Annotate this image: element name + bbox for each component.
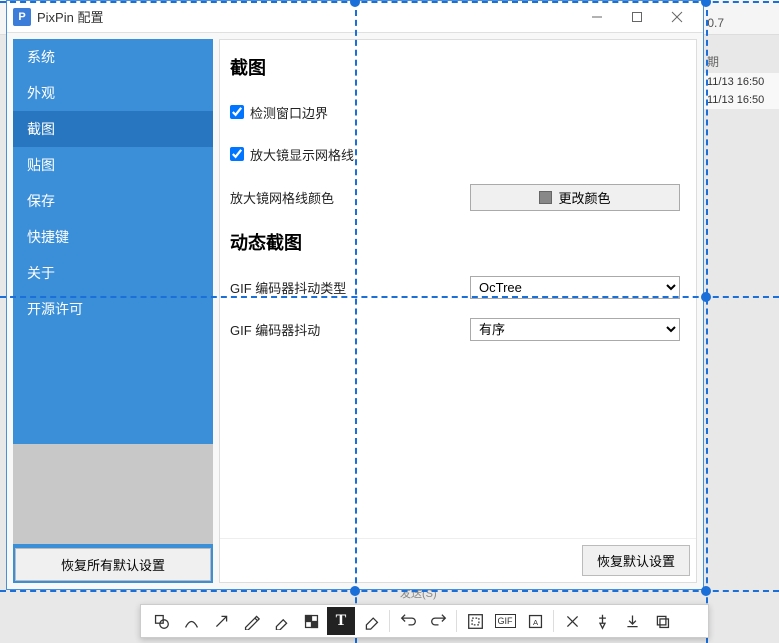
sidebar-spacer [13, 444, 213, 544]
row-grid-color: 放大镜网格线颜色 更改颜色 [230, 184, 686, 211]
pin-icon[interactable] [588, 607, 616, 635]
mosaic-icon[interactable] [297, 607, 325, 635]
svg-text:A: A [532, 617, 538, 626]
copy-icon[interactable] [648, 607, 676, 635]
undo-icon[interactable] [394, 607, 422, 635]
row-magnifier-grid: 放大镜显示网格线 [230, 142, 686, 166]
sidebar-item-system[interactable]: 系统 [13, 39, 213, 75]
eraser-icon[interactable] [357, 607, 385, 635]
sidebar-item-pin[interactable]: 贴图 [13, 147, 213, 183]
app-icon: P [13, 8, 31, 26]
toolbar-separator [389, 610, 390, 632]
toolbar-separator [553, 610, 554, 632]
date-row: 11/13 16:50 [704, 91, 779, 109]
ocr-icon[interactable]: A [521, 607, 549, 635]
arrow-icon[interactable] [207, 607, 235, 635]
color-swatch-icon [539, 191, 552, 204]
restore-all-defaults-button[interactable]: 恢复所有默认设置 [15, 548, 211, 581]
content-pane: 截图 检测窗口边界 放大镜显示网格线 放大镜网格线颜色 更改颜色 [219, 39, 697, 583]
sidebar-item-appearance[interactable]: 外观 [13, 75, 213, 111]
shape-icon[interactable] [147, 607, 175, 635]
select-gif-dither[interactable]: 有序 [470, 318, 680, 341]
sidebar: 系统 外观 截图 贴图 保存 快捷键 关于 开源许可 恢复所有默认设置 [13, 39, 213, 583]
row-gif-dither: GIF 编码器抖动 有序 [230, 317, 686, 341]
label-magnifier-grid: 放大镜显示网格线 [250, 145, 354, 164]
sidebar-item-screenshot[interactable]: 截图 [13, 111, 213, 147]
annotation-toolbar: T GIF A [140, 604, 709, 638]
bg-version: 0.7 [707, 16, 724, 30]
download-icon[interactable] [618, 607, 646, 635]
close-icon[interactable] [558, 607, 586, 635]
label-detect-window: 检测窗口边界 [250, 103, 328, 122]
change-color-label: 更改颜色 [558, 188, 610, 207]
background-date-column: 期 11/13 16:50 11/13 16:50 [704, 50, 779, 109]
guide-bottom [0, 590, 779, 592]
label-gif-dither: GIF 编码器抖动 [230, 320, 470, 339]
section-screenshot-title: 截图 [230, 54, 686, 80]
window-title: PixPin 配置 [37, 7, 577, 26]
sidebar-item-hotkey[interactable]: 快捷键 [13, 219, 213, 255]
toolbar-separator [456, 610, 457, 632]
section-dynamic-title: 动态截图 [230, 229, 686, 255]
restore-defaults-button[interactable]: 恢复默认设置 [582, 545, 690, 576]
checkbox-detect-window[interactable] [230, 105, 244, 119]
text-icon[interactable]: T [327, 607, 355, 635]
close-button[interactable] [657, 3, 697, 31]
change-color-button[interactable]: 更改颜色 [470, 184, 680, 211]
pencil-icon[interactable] [237, 607, 265, 635]
line-icon[interactable] [177, 607, 205, 635]
maximize-button[interactable] [617, 3, 657, 31]
sidebar-item-about[interactable]: 关于 [13, 255, 213, 291]
settings-window: P PixPin 配置 系统 外观 截图 贴图 保存 快捷键 关于 开源许可 恢… [6, 0, 704, 590]
label-grid-color: 放大镜网格线颜色 [230, 188, 470, 207]
titlebar: P PixPin 配置 [7, 1, 703, 33]
gif-icon[interactable]: GIF [491, 607, 519, 635]
checkbox-magnifier-grid[interactable] [230, 147, 244, 161]
minimize-button[interactable] [577, 3, 617, 31]
mask-icon[interactable] [461, 607, 489, 635]
date-row: 11/13 16:50 [704, 73, 779, 91]
date-header: 期 [704, 50, 779, 73]
redo-icon[interactable] [424, 607, 452, 635]
highlighter-icon[interactable] [267, 607, 295, 635]
row-detect-window: 检测窗口边界 [230, 100, 686, 124]
row-gif-dither-type: GIF 编码器抖动类型 OcTree [230, 275, 686, 299]
sidebar-item-save[interactable]: 保存 [13, 183, 213, 219]
sidebar-item-license[interactable]: 开源许可 [13, 291, 213, 327]
label-gif-dither-type: GIF 编码器抖动类型 [230, 278, 470, 297]
select-gif-dither-type[interactable]: OcTree [470, 276, 680, 299]
